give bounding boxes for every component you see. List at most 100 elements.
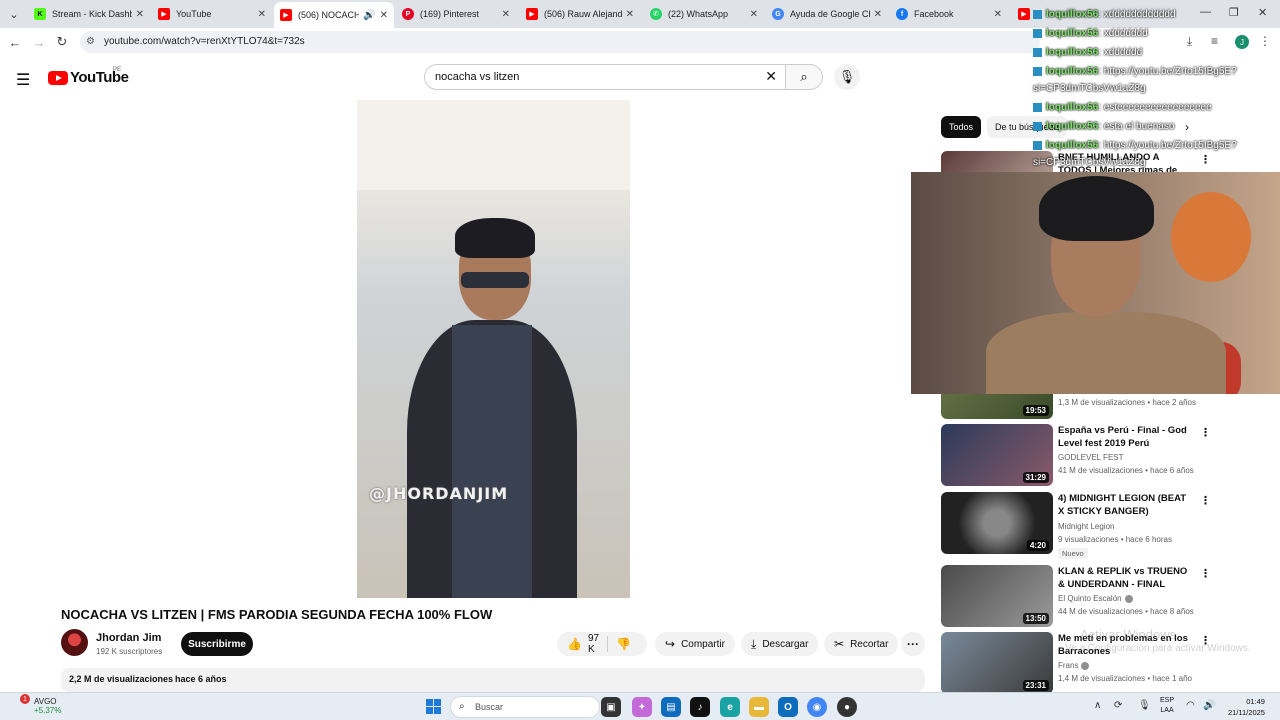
close-icon[interactable]: ✕ bbox=[750, 9, 758, 20]
language-indicator[interactable]: ESP LAA bbox=[1160, 696, 1174, 716]
recommendation-title[interactable]: KLAN & REPLIK vs TRUENO & UNDERDANN - FI… bbox=[1058, 565, 1193, 591]
app-icon[interactable]: ● bbox=[837, 697, 857, 717]
chat-text: : esteeeeeeeeeeeeeeeee bbox=[1098, 102, 1212, 113]
description-box[interactable]: 2,2 M de visualizaciones hace 6 años bbox=[61, 668, 925, 692]
more-vert-icon[interactable]: ⋮ bbox=[1200, 494, 1211, 507]
close-icon[interactable]: ✕ bbox=[258, 9, 266, 20]
address-bar[interactable]: ⚙ youtube.com/watch?v=renXtYTLO74&t=732s bbox=[80, 31, 1040, 53]
task-view-icon[interactable]: ▣ bbox=[601, 697, 621, 717]
recommendation-item[interactable]: 4:20 4) MIDNIGHT LEGION (BEAT X STICKY B… bbox=[941, 492, 1211, 559]
restore-icon[interactable]: ❐ bbox=[1229, 6, 1239, 19]
more-vert-icon[interactable]: ⋮ bbox=[1200, 153, 1211, 166]
divider bbox=[607, 636, 609, 652]
tab-facebook[interactable]: f Facebook ✕ bbox=[890, 2, 1008, 26]
menu-dots-icon[interactable]: ⋮ bbox=[1259, 34, 1271, 48]
wifi-icon[interactable]: ◠ bbox=[1186, 700, 1195, 711]
video-frame[interactable]: @JHORDANJIM bbox=[357, 100, 630, 598]
voice-search-button[interactable]: 🎙 bbox=[834, 64, 860, 90]
media-controls-icon[interactable]: ≡ bbox=[1211, 34, 1218, 48]
recommendation-channel[interactable]: GODLEVEL FEST bbox=[1058, 453, 1124, 462]
speaker-icon[interactable]: 🔊 bbox=[363, 10, 375, 21]
channel-avatar[interactable] bbox=[61, 629, 88, 656]
menu-icon[interactable]: ☰ bbox=[16, 70, 30, 90]
webcam-shirt bbox=[986, 312, 1226, 394]
tray-chevron-icon[interactable]: ∧ bbox=[1094, 700, 1101, 711]
close-icon[interactable]: ✕ bbox=[502, 9, 510, 20]
video-watermark-caption: @JHORDANJIM bbox=[369, 484, 509, 503]
copilot-icon[interactable]: ✦ bbox=[632, 697, 652, 717]
edge-icon[interactable]: e bbox=[720, 697, 740, 717]
reload-icon[interactable]: ↻ bbox=[53, 33, 71, 51]
download-label: Descargar bbox=[762, 638, 809, 650]
close-icon[interactable]: ✕ bbox=[994, 9, 1002, 20]
tab-rauw[interactable]: ▶ (506) Rauw Alejandro ✕ bbox=[520, 2, 640, 26]
close-icon[interactable]: ✕ bbox=[380, 10, 388, 21]
tab-search-icon[interactable]: ⌄ bbox=[4, 4, 24, 24]
video-thumbnail[interactable]: 4:20 bbox=[941, 492, 1053, 554]
recommendation-item[interactable]: 13:50 KLAN & REPLIK vs TRUENO & UNDERDAN… bbox=[941, 565, 1211, 627]
recommendation-item[interactable]: 31:29 España vs Perú - Final - God Level… bbox=[941, 424, 1211, 486]
clear-search-icon[interactable]: ✕ bbox=[765, 68, 777, 85]
sync-icon[interactable]: ⟳ bbox=[1114, 700, 1122, 711]
search-icon: ⌕ bbox=[459, 701, 465, 712]
outlook-icon[interactable]: O bbox=[778, 697, 798, 717]
webcam-background-object bbox=[1171, 192, 1251, 282]
chevron-right-icon[interactable]: › bbox=[1185, 120, 1189, 134]
recommendation-channel-row[interactable]: Frans bbox=[1058, 661, 1090, 670]
tab-nocacha[interactable]: ▶ (506) NOCACHA V 🔊 ✕ bbox=[274, 2, 394, 28]
close-window-icon[interactable]: ✕ bbox=[1258, 6, 1267, 19]
more-actions-button[interactable]: ··· bbox=[901, 632, 925, 656]
download-icon[interactable]: ⤓ bbox=[1187, 34, 1192, 49]
recommendation-meta: 1,3 M de visualizaciones • hace 2 años bbox=[1058, 398, 1196, 407]
like-count[interactable]: 97 K bbox=[588, 633, 600, 655]
more-vert-icon[interactable]: ⋮ bbox=[1200, 426, 1211, 439]
site-info-icon[interactable]: ⚙ bbox=[86, 36, 95, 47]
channel-name[interactable]: Jhordan Jim bbox=[96, 632, 161, 644]
tab-youtube-extra[interactable]: ▶ bbox=[1012, 2, 1032, 26]
tab-whatsapp[interactable]: ✆ (22) WhatsApp ✕ bbox=[644, 2, 764, 26]
video-thumbnail[interactable]: 13:50 bbox=[941, 565, 1053, 627]
more-vert-icon[interactable]: ⋮ bbox=[1200, 567, 1211, 580]
microphone-icon[interactable]: 🎙 bbox=[1138, 700, 1151, 711]
chrome-icon[interactable]: ◉ bbox=[807, 697, 827, 717]
minimize-icon[interactable]: — bbox=[1200, 6, 1211, 18]
taskbar-search[interactable]: ⌕ Buscar bbox=[450, 696, 600, 718]
video-player[interactable]: @JHORDANJIM bbox=[61, 100, 925, 598]
video-thumbnail[interactable]: 23:31 bbox=[941, 632, 1053, 694]
file-explorer-icon[interactable]: ▬ bbox=[749, 697, 769, 717]
back-icon[interactable]: ← bbox=[6, 33, 24, 51]
forward-icon[interactable]: → bbox=[30, 33, 48, 51]
system-clock[interactable]: 01:49 21/11/2025 bbox=[1228, 696, 1265, 718]
clip-button[interactable]: ✂ Recortar bbox=[824, 632, 899, 656]
chat-text: : xddddddd bbox=[1098, 28, 1148, 39]
tiktok-icon[interactable]: ♪ bbox=[690, 697, 710, 717]
recommendation-channel-row[interactable]: El Quinto Escalón bbox=[1058, 594, 1133, 603]
tab-title: Facebook bbox=[914, 9, 954, 19]
store-icon[interactable]: ▤ bbox=[661, 697, 681, 717]
volume-icon[interactable]: 🔊 bbox=[1203, 700, 1215, 711]
close-icon[interactable]: ✕ bbox=[626, 9, 634, 20]
search-button[interactable]: ⌕ bbox=[786, 64, 823, 90]
close-icon[interactable]: ✕ bbox=[136, 9, 144, 20]
recommendation-title[interactable]: 4) MIDNIGHT LEGION (BEAT X STICKY BANGER… bbox=[1058, 492, 1193, 518]
search-input[interactable]: nocacha vs litzen ✕ bbox=[424, 64, 786, 90]
tab-google-help[interactable]: G Ayuda de Google Ch ✕ bbox=[766, 2, 888, 26]
download-button[interactable]: ⤓ Descargar bbox=[741, 632, 819, 656]
tab-youtube[interactable]: ▶ YouTube ✕ bbox=[152, 2, 272, 26]
like-icon[interactable]: 👍 bbox=[567, 637, 582, 651]
recommendation-channel[interactable]: Midnight Legion bbox=[1058, 522, 1114, 531]
kick-icon: K bbox=[34, 8, 46, 20]
video-thumbnail[interactable]: 31:29 bbox=[941, 424, 1053, 486]
profile-avatar[interactable]: J bbox=[1235, 35, 1249, 49]
chip-all[interactable]: Todos bbox=[941, 116, 982, 138]
start-icon[interactable] bbox=[426, 699, 441, 714]
tab-pinterest[interactable]: P (169) Pinterest ✕ bbox=[396, 2, 516, 26]
tab-kick[interactable]: K Stream - Kick Dashbo ✕ bbox=[28, 2, 150, 26]
recommendation-title[interactable]: España vs Perú - Final - God Level fest … bbox=[1058, 424, 1193, 450]
subscribe-button[interactable]: Suscribirme bbox=[181, 632, 253, 656]
close-icon[interactable]: ✕ bbox=[874, 9, 882, 20]
tab-title: (506) Rauw Alejandro bbox=[544, 9, 622, 19]
share-button[interactable]: ↪ Compartir bbox=[655, 632, 735, 656]
dislike-icon[interactable]: 👎 bbox=[616, 637, 631, 651]
subscriber-count: 192 K suscriptores bbox=[96, 647, 163, 656]
